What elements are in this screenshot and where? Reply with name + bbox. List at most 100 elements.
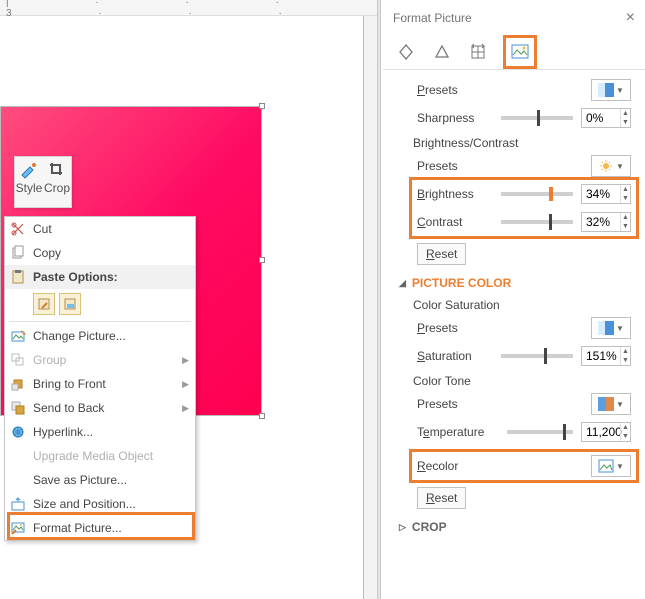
brightness-row: Brightness 34%▲▼ bbox=[417, 180, 631, 208]
format-picture-icon bbox=[10, 520, 26, 536]
menu-label: Upgrade Media Object bbox=[33, 449, 153, 463]
brightness-slider[interactable] bbox=[501, 192, 573, 196]
vertical-scrollbar[interactable] bbox=[363, 16, 377, 599]
menu-format-picture[interactable]: Format Picture... bbox=[5, 516, 195, 540]
crop-label: Crop bbox=[44, 181, 70, 195]
slide-canvas[interactable]: Style Crop Cut Copy Paste Options: bbox=[0, 16, 377, 599]
contrast-row: Contrast 32%▲▼ bbox=[417, 208, 631, 236]
saturation-value[interactable]: 151%▲▼ bbox=[581, 346, 631, 366]
resize-handle[interactable] bbox=[259, 257, 265, 263]
presets-label: Presets bbox=[417, 321, 493, 335]
menu-paste-options-heading: Paste Options: bbox=[5, 265, 195, 289]
spin-arrows[interactable]: ▲▼ bbox=[620, 213, 630, 231]
menu-change-picture[interactable]: Change Picture... bbox=[5, 324, 195, 348]
menu-bring-to-front[interactable]: Bring to Front ▶ bbox=[5, 372, 195, 396]
presets-icon bbox=[598, 83, 614, 97]
tab-effects[interactable] bbox=[431, 41, 453, 63]
editor-area: 1 · · · | · · · 2 · · · | · · · 3 · · · … bbox=[0, 0, 377, 599]
brightness-value[interactable]: 34%▲▼ bbox=[581, 184, 631, 204]
menu-cut[interactable]: Cut bbox=[5, 217, 195, 241]
horizontal-ruler: 1 · · · | · · · 2 · · · | · · · 3 · · · … bbox=[0, 0, 377, 16]
style-button[interactable]: Style bbox=[15, 157, 43, 207]
sharpness-label: Sharpness bbox=[417, 111, 493, 125]
brightness-contrast-heading: Brightness/Contrast bbox=[413, 136, 631, 150]
format-picture-panel: Format Picture × Presets ▼ Sharpness 0%▲… bbox=[383, 0, 645, 599]
sharpness-value[interactable]: 0%▲▼ bbox=[581, 108, 631, 128]
menu-label: Hyperlink... bbox=[33, 425, 93, 439]
saturation-row: Saturation 151%▲▼ bbox=[417, 342, 631, 370]
crop-button[interactable]: Crop bbox=[43, 157, 71, 207]
tone-presets-dropdown[interactable]: ▼ bbox=[591, 393, 631, 415]
picture-color-heading[interactable]: ◢ PICTURE COLOR bbox=[399, 272, 631, 294]
spin-arrows[interactable]: ▲▼ bbox=[620, 109, 630, 127]
paste-keep-source-icon[interactable] bbox=[33, 293, 55, 315]
chevron-right-icon: ▶ bbox=[182, 403, 189, 414]
presets-icon bbox=[598, 397, 614, 411]
menu-send-to-back[interactable]: Send to Back ▶ bbox=[5, 396, 195, 420]
sharpen-presets-row: Presets ▼ bbox=[417, 76, 631, 104]
bc-presets-dropdown[interactable]: ▼ bbox=[591, 155, 631, 177]
tone-presets-row: Presets ▼ bbox=[417, 390, 631, 418]
panel-title: Format Picture bbox=[393, 11, 472, 25]
presets-label: Presets bbox=[417, 159, 493, 173]
scissors-icon bbox=[10, 221, 26, 237]
spin-arrows[interactable]: ▲▼ bbox=[620, 423, 630, 441]
sharpen-presets-dropdown[interactable]: ▼ bbox=[591, 79, 631, 101]
presets-icon bbox=[598, 321, 614, 335]
hyperlink-icon bbox=[10, 424, 26, 440]
menu-label: Change Picture... bbox=[33, 329, 126, 343]
temperature-row: Temperature 11,200▲▼ bbox=[417, 418, 631, 446]
crop-heading[interactable]: ▷ CROP bbox=[399, 516, 631, 538]
contrast-label: Contrast bbox=[417, 215, 493, 229]
brightness-label: Brightness bbox=[417, 187, 493, 201]
menu-size-position[interactable]: Size and Position... bbox=[5, 492, 195, 516]
temperature-slider[interactable] bbox=[507, 430, 573, 434]
change-picture-icon bbox=[10, 328, 26, 344]
reset-button[interactable]: Reset bbox=[417, 243, 466, 265]
color-saturation-heading: Color Saturation bbox=[413, 298, 631, 312]
tab-picture-highlight bbox=[503, 35, 537, 69]
spin-arrows[interactable]: ▲▼ bbox=[620, 185, 630, 203]
paste-icon bbox=[10, 269, 26, 285]
temperature-value[interactable]: 11,200▲▼ bbox=[581, 422, 631, 442]
recolor-row: Recolor ▼ bbox=[417, 452, 631, 480]
recolor-label: Recolor bbox=[417, 459, 493, 473]
sharpness-row: Sharpness 0%▲▼ bbox=[417, 104, 631, 132]
menu-copy[interactable]: Copy bbox=[5, 241, 195, 265]
resize-handle[interactable] bbox=[259, 413, 265, 419]
chevron-down-icon: ▼ bbox=[616, 162, 624, 171]
menu-label: Copy bbox=[33, 246, 61, 260]
context-menu: Cut Copy Paste Options: Chan bbox=[4, 216, 196, 541]
picture-icon bbox=[598, 459, 614, 473]
highlight-recolor: Recolor ▼ bbox=[409, 449, 639, 483]
recolor-dropdown[interactable]: ▼ bbox=[591, 455, 631, 477]
sun-icon bbox=[598, 159, 614, 173]
tab-size[interactable] bbox=[467, 41, 489, 63]
bring-front-icon bbox=[10, 376, 26, 392]
contrast-slider[interactable] bbox=[501, 220, 573, 224]
menu-label: Send to Back bbox=[33, 401, 104, 415]
menu-label: Bring to Front bbox=[33, 377, 106, 391]
menu-group: Group ▶ bbox=[5, 348, 195, 372]
close-icon[interactable]: × bbox=[626, 9, 635, 27]
resize-handle[interactable] bbox=[259, 103, 265, 109]
tab-fill-line[interactable] bbox=[395, 41, 417, 63]
menu-save-as-picture[interactable]: Save as Picture... bbox=[5, 468, 195, 492]
menu-label: Cut bbox=[33, 222, 52, 236]
chevron-right-icon: ▶ bbox=[182, 355, 189, 366]
sharpness-slider[interactable] bbox=[501, 116, 573, 120]
separator bbox=[9, 321, 191, 322]
presets-label: Presets bbox=[417, 397, 493, 411]
saturation-presets-dropdown[interactable]: ▼ bbox=[591, 317, 631, 339]
saturation-slider[interactable] bbox=[501, 354, 573, 358]
color-tone-heading: Color Tone bbox=[413, 374, 631, 388]
pane-splitter[interactable] bbox=[377, 0, 381, 599]
contrast-value[interactable]: 32%▲▼ bbox=[581, 212, 631, 232]
reset-row-2: Reset bbox=[417, 486, 631, 510]
menu-hyperlink[interactable]: Hyperlink... bbox=[5, 420, 195, 444]
saturation-label: Saturation bbox=[417, 349, 493, 363]
reset-button[interactable]: Reset bbox=[417, 487, 466, 509]
tab-picture[interactable] bbox=[509, 41, 531, 63]
paste-picture-icon[interactable] bbox=[59, 293, 81, 315]
spin-arrows[interactable]: ▲▼ bbox=[620, 347, 630, 365]
